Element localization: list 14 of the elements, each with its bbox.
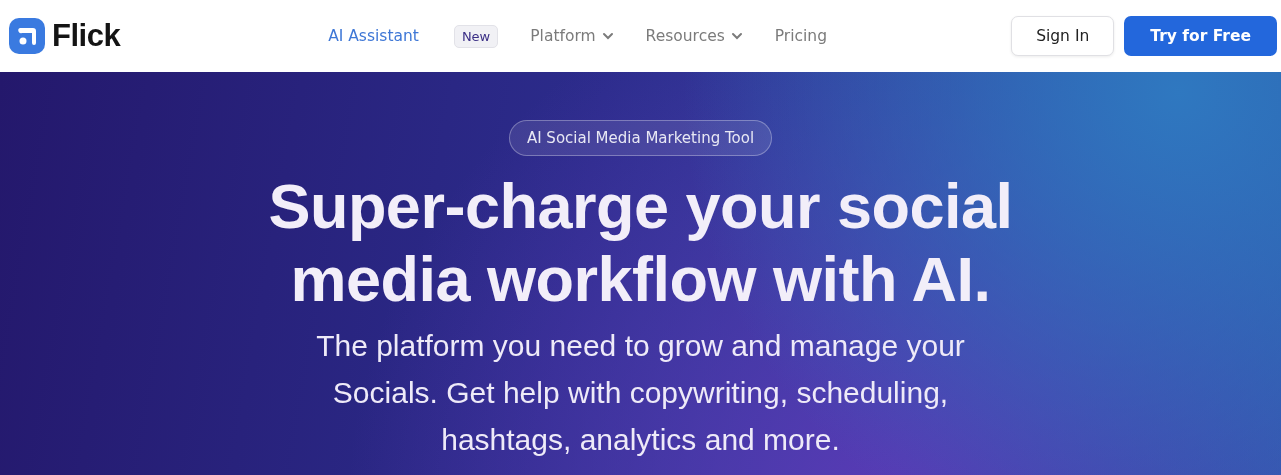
new-badge: New [453,24,499,48]
logo-wordmark[interactable]: Flick [52,18,121,54]
hero-subtitle: The platform you need to grow and manage your Socials. Get help with copywriting, scheduling, hashtags, analytics and more. [315,328,966,458]
chevron-down-icon [730,32,743,40]
nav-link[interactable]: Platform [530,27,614,45]
nav-link[interactable]: Resources [645,27,743,45]
hero-badge: AI Social Media Marketing Tool [508,120,773,156]
nav-link[interactable]: Pricing [774,27,828,45]
nav-link[interactable]: AI Assistant [328,27,419,45]
sign-in-button[interactable]: Sign In [1011,16,1115,56]
chevron-down-icon [601,32,614,40]
try-free-button[interactable]: Try for Free [1124,16,1277,56]
hero-headline: Super-charge your social media workflow with AI. [267,170,1014,316]
logo-icon[interactable] [9,18,45,54]
